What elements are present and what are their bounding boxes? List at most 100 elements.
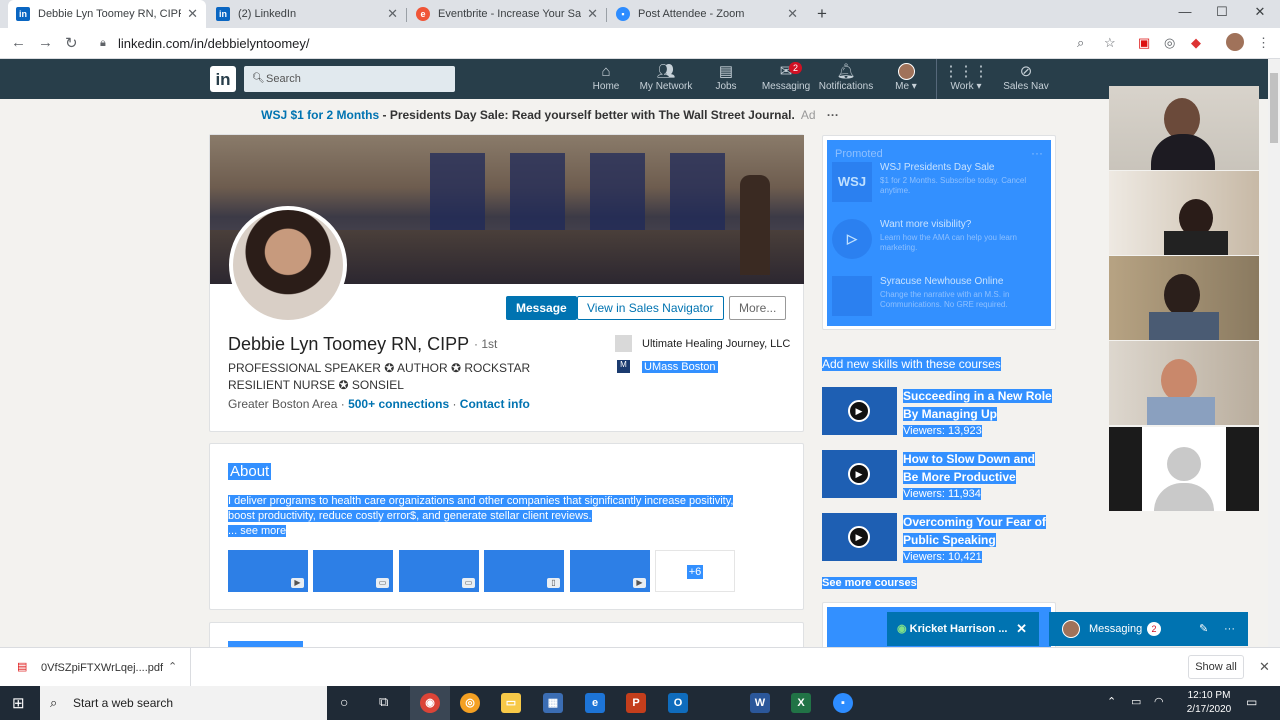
connections-link[interactable]: 500+ connections <box>348 397 449 411</box>
close-icon[interactable]: ✕ <box>387 6 398 22</box>
taskbar-search-placeholder: Start a web search <box>73 696 174 710</box>
browser-tab[interactable]: e Eventbrite - Increase Your Sales ✕ <box>408 0 606 28</box>
nav-messaging[interactable]: ✉ 2 Messaging <box>756 62 816 92</box>
zoom-icon[interactable]: ▪ <box>833 693 853 713</box>
reload-icon[interactable]: ↻ <box>65 34 78 52</box>
more-icon[interactable]: ··· <box>1031 146 1043 160</box>
url-field[interactable]: linkedin.com/in/debbielyntoomey/ <box>118 36 310 51</box>
messaging-badge: 2 <box>1147 622 1161 636</box>
nav-jobs[interactable]: ▤ Jobs <box>696 63 756 92</box>
nav-sales-nav[interactable]: ⊘ Sales Nav <box>996 63 1056 92</box>
app-icon[interactable]: ◎ <box>460 693 480 713</box>
avatar <box>1167 447 1201 481</box>
nav-me[interactable]: Me ▾ <box>876 63 936 92</box>
chat-window-tab[interactable]: ◉ Kricket Harrison ... ✕ <box>887 612 1039 646</box>
browser-tab[interactable]: in (2) LinkedIn ✕ <box>208 0 406 28</box>
course-item[interactable]: ▶ Overcoming Your Fear of Public Speakin… <box>822 513 1062 565</box>
chrome-icon[interactable]: ◉ <box>420 693 440 713</box>
nav-home[interactable]: ⌂ Home <box>576 63 636 92</box>
nav-label: My Network <box>639 81 693 92</box>
more-icon[interactable]: ··· <box>1224 612 1235 646</box>
media-thumbnail[interactable]: ▭ <box>313 550 393 592</box>
maximize-button[interactable]: ☐ <box>1208 4 1236 20</box>
media-thumbnail[interactable]: ▶ <box>228 550 308 592</box>
media-thumbnail[interactable]: ▶ <box>570 550 650 592</box>
close-icon[interactable]: ✕ <box>787 6 798 22</box>
close-icon[interactable]: ✕ <box>1259 659 1270 675</box>
menu-icon[interactable]: ⋮ <box>1257 35 1270 51</box>
taskbar-clock[interactable]: 12:10 PM 2/17/2020 <box>1186 689 1232 717</box>
education-school[interactable]: M UMass Boston <box>617 360 718 373</box>
view-in-sales-navigator-button[interactable]: View in Sales Navigator <box>577 296 724 320</box>
extension-icon[interactable]: ◎ <box>1164 35 1175 51</box>
messaging-bar[interactable]: Messaging 2 ✎ ··· <box>1049 612 1248 646</box>
contact-info-link[interactable]: Contact info <box>460 397 530 411</box>
show-all-button[interactable]: Show all <box>1188 655 1244 679</box>
excel-icon[interactable]: X <box>791 693 811 713</box>
profile-photo[interactable] <box>229 206 347 324</box>
new-tab-button[interactable]: + <box>808 4 836 24</box>
word-icon[interactable]: W <box>750 693 770 713</box>
nav-notifications[interactable]: 🔔︎ Notifications <box>816 63 876 92</box>
linkedin-icon: in <box>216 7 230 21</box>
more-button[interactable]: More... <box>729 296 787 320</box>
zoom-icon: ▪ <box>616 7 630 21</box>
nav-my-network[interactable]: 👥︎ My Network <box>636 63 696 92</box>
see-more-courses-link[interactable]: See more courses <box>822 577 917 589</box>
back-icon[interactable]: ← <box>11 34 26 51</box>
media-thumbnail[interactable]: ▯ <box>484 550 564 592</box>
close-icon[interactable]: ✕ <box>187 6 198 22</box>
see-more-link[interactable]: ... see more <box>228 525 287 537</box>
forward-icon[interactable]: → <box>38 34 53 51</box>
media-thumbnail[interactable]: ▭ <box>399 550 479 592</box>
chevron-up-icon[interactable]: ⌃ <box>168 660 177 673</box>
close-icon[interactable]: ✕ <box>1016 612 1027 646</box>
powerpoint-icon[interactable]: P <box>626 693 646 713</box>
promoted-subtitle: Change the narrative with an M.S. in Com… <box>880 290 1010 309</box>
close-icon[interactable]: ✕ <box>587 6 598 22</box>
page-scrollbar[interactable] <box>1268 59 1280 647</box>
promoted-item[interactable]: WSJ WSJ Presidents Day Sale $1 for 2 Mon… <box>832 162 1044 206</box>
promoted-title: Want more visibility? <box>880 219 972 230</box>
notification-center-icon[interactable]: ▭ <box>1246 695 1257 709</box>
edge-icon[interactable]: e <box>585 693 605 713</box>
more-icon[interactable]: ··· <box>827 108 839 122</box>
grid-icon: ⋮⋮⋮ <box>943 63 989 80</box>
shield-icon[interactable]: ◆ <box>1191 35 1201 51</box>
bookmark-star-icon[interactable]: ☆ <box>1104 35 1116 51</box>
ad-link[interactable]: WSJ $1 for 2 Months <box>261 108 379 122</box>
course-item[interactable]: ▶ Succeeding in a New Role By Managing U… <box>822 387 1062 439</box>
more-media-button[interactable]: +6 <box>655 550 735 592</box>
taskbar-search-input[interactable]: ⌕ Start a web search <box>40 686 327 720</box>
file-explorer-icon[interactable]: ▭ <box>501 693 521 713</box>
nav-work[interactable]: ⋮⋮⋮ Work ▾ <box>936 63 996 92</box>
chevron-up-icon[interactable]: ⌃ <box>1107 695 1116 708</box>
download-file-name[interactable]: 0VfSZpiFTXWrLqej....pdf <box>41 662 163 674</box>
profile-avatar[interactable] <box>1226 33 1244 51</box>
task-view-icon[interactable]: ⧉ <box>379 694 388 710</box>
course-item[interactable]: ▶ How to Slow Down and Be More Productiv… <box>822 450 1062 502</box>
outlook-icon[interactable]: O <box>668 693 688 713</box>
network-icon[interactable]: ▭ <box>1131 695 1141 708</box>
browser-tab[interactable]: ▪ Post Attendee - Zoom ✕ <box>608 0 806 28</box>
wifi-icon[interactable]: ◠ <box>1154 695 1164 708</box>
promoted-title: WSJ Presidents Day Sale <box>880 162 995 173</box>
minimize-button[interactable]: — <box>1171 4 1199 19</box>
promoted-item[interactable]: ▷ Want more visibility? Learn how the AM… <box>832 219 1044 263</box>
zoom-search-icon[interactable]: ⌕ <box>1077 35 1084 51</box>
windows-start-icon[interactable]: ⊞ <box>12 694 25 712</box>
extension-icon[interactable]: ▣ <box>1138 35 1150 51</box>
search-input[interactable]: 🔍︎ Search <box>244 66 455 92</box>
linkedin-logo[interactable]: in <box>210 66 236 92</box>
browser-tab[interactable]: in Debbie Lyn Toomey RN, CIPP | Li ✕ <box>8 0 206 28</box>
linkedin-navbar: in 🔍︎ Search ⌂ Home 👥︎ My Network ▤ Jobs… <box>0 59 1268 99</box>
compose-icon[interactable]: ✎ <box>1199 612 1208 646</box>
scrollbar-thumb[interactable] <box>1270 73 1278 143</box>
video-tile-no-camera <box>1109 427 1259 511</box>
store-icon[interactable]: ▦ <box>543 693 563 713</box>
message-button[interactable]: Message <box>506 296 577 320</box>
promoted-item[interactable]: Syracuse Newhouse Online Change the narr… <box>832 276 1044 320</box>
close-window-button[interactable]: ✕ <box>1246 4 1274 20</box>
current-company[interactable]: Ultimate Healing Journey, LLC <box>615 335 790 352</box>
cortana-icon[interactable]: ○ <box>340 694 348 710</box>
